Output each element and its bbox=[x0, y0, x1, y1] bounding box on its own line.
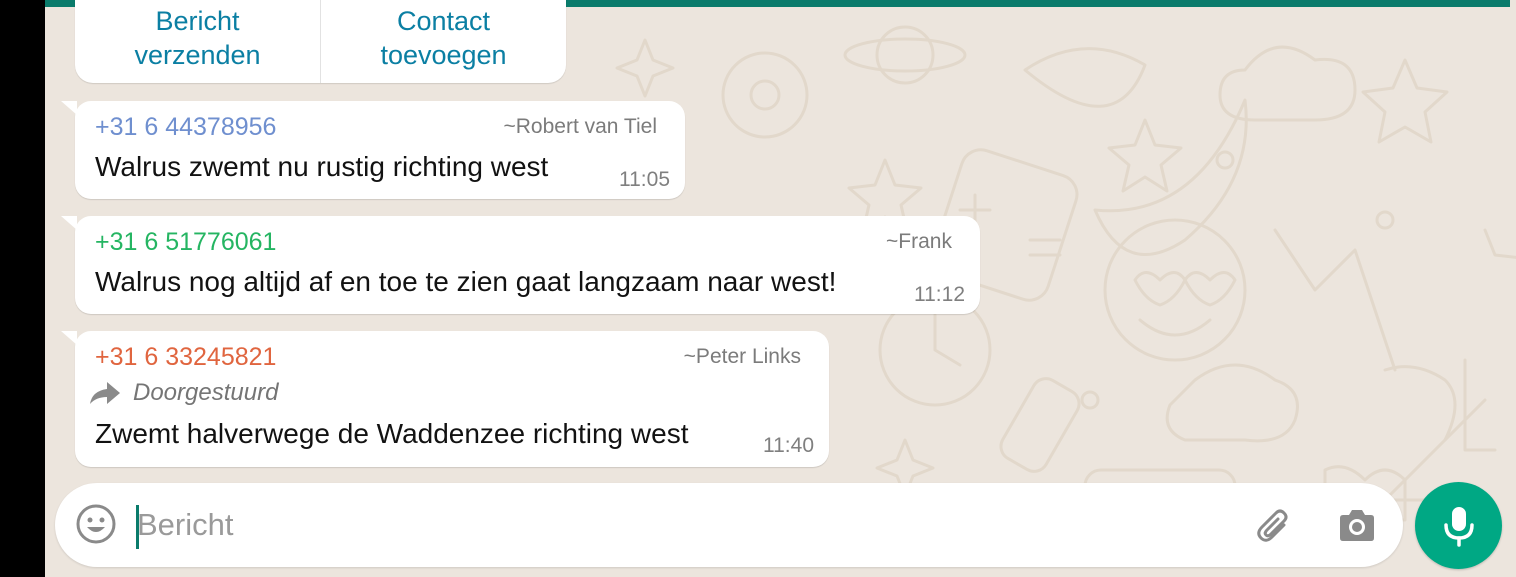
chat-area: Bericht verzenden Contact toevoegen +31 … bbox=[45, 0, 1516, 577]
sender-name: ~Robert van Tiel bbox=[503, 115, 657, 138]
add-contact-button[interactable]: Contact toevoegen bbox=[320, 0, 566, 83]
microphone-button[interactable] bbox=[1415, 482, 1502, 569]
unknown-sender-actions: Bericht verzenden Contact toevoegen bbox=[75, 0, 566, 83]
message-time: 11:12 bbox=[914, 283, 965, 306]
forwarded-indicator: Doorgestuurd bbox=[89, 379, 278, 407]
message-text: Walrus nog altijd af en toe te zien gaat… bbox=[95, 266, 837, 297]
forward-arrow-icon bbox=[90, 382, 120, 404]
camera-icon[interactable] bbox=[1336, 505, 1378, 547]
message-input-wrapper bbox=[135, 501, 1237, 549]
message-composer bbox=[55, 483, 1403, 567]
message-bubble[interactable]: +31 6 51776061 ~Frank Walrus nog altijd … bbox=[61, 216, 980, 314]
message-time: 11:05 bbox=[619, 168, 670, 191]
sender-phone[interactable]: +31 6 44378956 bbox=[95, 113, 276, 142]
sender-phone[interactable]: +31 6 51776061 bbox=[95, 228, 276, 257]
message-text: Zwemt halverwege de Waddenzee richting w… bbox=[95, 418, 689, 449]
message-bubble[interactable]: +31 6 44378956 ~Robert van Tiel Walrus z… bbox=[61, 101, 685, 199]
emoji-icon[interactable] bbox=[75, 503, 117, 545]
forwarded-label: Doorgestuurd bbox=[133, 379, 279, 406]
message-bubble[interactable]: +31 6 33245821 ~Peter Links Doorgestuurd… bbox=[61, 331, 829, 467]
message-time: 11:40 bbox=[763, 434, 814, 457]
message-text: Walrus zwemt nu rustig richting west bbox=[95, 151, 549, 182]
sender-name: ~Peter Links bbox=[683, 345, 801, 368]
send-message-button[interactable]: Bericht verzenden bbox=[75, 0, 320, 83]
text-cursor bbox=[136, 505, 139, 549]
microphone-icon bbox=[1443, 506, 1474, 547]
sender-phone[interactable]: +31 6 33245821 bbox=[95, 343, 276, 372]
paperclip-icon[interactable] bbox=[1254, 505, 1296, 547]
message-input[interactable] bbox=[135, 501, 1237, 549]
sender-name: ~Frank bbox=[886, 230, 952, 253]
